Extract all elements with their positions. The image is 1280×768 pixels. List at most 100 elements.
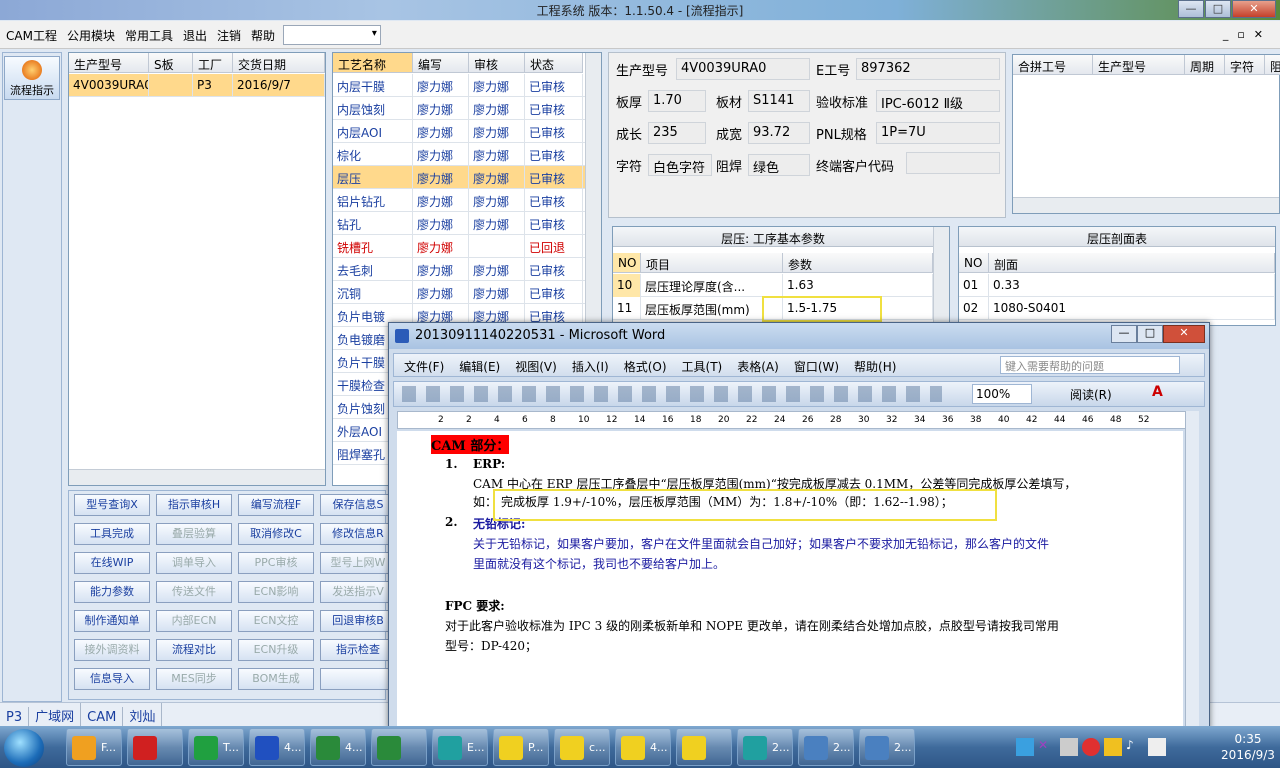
action-button[interactable]: ECN升级 (238, 639, 314, 661)
col-header[interactable]: 交货日期 (233, 53, 325, 73)
action-button[interactable]: 制作通知单 (74, 610, 150, 632)
table-row[interactable]: 棕化 廖力娜 廖力娜 已审核 (333, 143, 585, 166)
tray-icon[interactable] (1016, 738, 1034, 756)
taskbar-item[interactable]: 2... (798, 728, 854, 766)
module-combo[interactable] (282, 25, 381, 45)
action-button[interactable]: 流程对比 (156, 639, 232, 661)
menu-help[interactable]: 帮助 (245, 21, 279, 44)
char-field[interactable]: 白色字符 (648, 154, 712, 176)
col-header[interactable]: 阻焊 (1265, 55, 1280, 75)
flow-indication-button[interactable]: 流程指示 (4, 56, 60, 100)
word-menu-window[interactable]: 窗口(W) (784, 354, 844, 375)
menu-logout[interactable]: 注销 (211, 21, 245, 44)
word-v-scrollbar[interactable] (1185, 411, 1199, 729)
h-scrollbar[interactable] (69, 469, 325, 485)
action-button[interactable]: 保存信息S (320, 494, 396, 516)
taskbar-item[interactable]: 2... (859, 728, 915, 766)
taskbar-item[interactable]: E... (432, 728, 488, 766)
v-scrollbar[interactable] (933, 227, 949, 325)
table-row[interactable]: 4V0039URA0 P3 2016/9/7 (69, 74, 325, 97)
col-header[interactable]: S板 (149, 53, 193, 73)
mask-field[interactable]: 绿色 (748, 154, 810, 176)
h-scrollbar[interactable] (1013, 197, 1279, 213)
word-menu-insert[interactable]: 插入(I) (562, 354, 614, 375)
word-close-button[interactable]: ✕ (1163, 325, 1205, 343)
action-button[interactable]: 编写流程F (238, 494, 314, 516)
close-button[interactable]: ✕ (1232, 0, 1276, 18)
col-header[interactable]: 字符 (1225, 55, 1265, 75)
clock[interactable]: 0:35 2016/9/3 (1220, 731, 1276, 763)
taskbar-item[interactable]: 2... (737, 728, 793, 766)
taskbar-item[interactable] (371, 728, 427, 766)
word-menu-edit[interactable]: 编辑(E) (449, 354, 505, 375)
taskbar-item[interactable]: 4... (615, 728, 671, 766)
action-button[interactable]: 在线WIP (74, 552, 150, 574)
taskbar-item[interactable]: P... (493, 728, 549, 766)
minimize-button[interactable]: — (1178, 0, 1204, 18)
action-button[interactable]: 叠层验算 (156, 523, 232, 545)
action-button[interactable]: 内部ECN (156, 610, 232, 632)
col-header[interactable]: 周期 (1185, 55, 1225, 75)
word-menu-view[interactable]: 视图(V) (505, 354, 562, 375)
action-button[interactable]: 指示审核H (156, 494, 232, 516)
table-row[interactable]: 内层AOI 廖力娜 廖力娜 已审核 (333, 120, 585, 143)
table-row[interactable]: 内层蚀刻 廖力娜 廖力娜 已审核 (333, 97, 585, 120)
action-button[interactable]: 回退审核B (320, 610, 396, 632)
word-menu-tools[interactable]: 工具(T) (672, 354, 728, 375)
mdi-controls[interactable]: _▫✕ (1223, 28, 1272, 41)
word-menu-help[interactable]: 帮助(H) (844, 354, 901, 375)
col-header[interactable]: NO (613, 253, 641, 273)
col-header[interactable]: 工厂 (193, 53, 233, 73)
col-header[interactable]: NO (959, 253, 989, 273)
word-menu-format[interactable]: 格式(O) (614, 354, 672, 375)
menu-common[interactable]: 公用模块 (61, 21, 119, 44)
action-button[interactable]: ECN影响 (238, 581, 314, 603)
action-button[interactable]: 传送文件 (156, 581, 232, 603)
table-row[interactable]: 去毛刺 廖力娜 廖力娜 已审核 (333, 258, 585, 281)
tray-volume-icon[interactable]: ♪ (1126, 738, 1144, 756)
action-button[interactable]: 调单导入 (156, 552, 232, 574)
material-field[interactable]: S1141 (748, 90, 810, 112)
standard-field[interactable]: IPC-6012 Ⅱ级 (876, 90, 1000, 112)
taskbar-item[interactable]: 4... (310, 728, 366, 766)
action-button[interactable] (320, 668, 396, 690)
action-button[interactable]: BOM生成 (238, 668, 314, 690)
maximize-button[interactable]: □ (1205, 0, 1231, 18)
action-button[interactable]: 发送指示V (320, 581, 396, 603)
col-header[interactable]: 合拼工号 (1013, 55, 1093, 75)
col-header[interactable]: 编写 (413, 53, 469, 73)
toolbar-icons[interactable] (402, 386, 942, 402)
menu-cam[interactable]: CAM工程 (0, 21, 61, 44)
taskbar-item[interactable]: T... (188, 728, 244, 766)
word-menu-table[interactable]: 表格(A) (727, 354, 784, 375)
tray-action-icon[interactable] (1148, 738, 1166, 756)
status-factory[interactable]: P3 (0, 707, 30, 728)
col-header[interactable]: 剖面 (989, 253, 1275, 273)
col-header[interactable]: 状态 (525, 53, 583, 73)
col-header[interactable]: 生产型号 (69, 53, 149, 73)
action-button[interactable]: 型号上网W (320, 552, 396, 574)
read-button[interactable]: 阅读(R) (1070, 386, 1112, 403)
action-button[interactable]: 工具完成 (74, 523, 150, 545)
tray-antivirus-icon[interactable] (1082, 738, 1100, 756)
tray-network-icon[interactable] (1060, 738, 1078, 756)
customer-field[interactable] (906, 152, 1000, 174)
help-search-input[interactable]: 键入需要帮助的问题 (1000, 356, 1180, 374)
tray-flag-icon[interactable] (1104, 738, 1122, 756)
start-button[interactable] (4, 729, 44, 767)
table-row[interactable]: 10 层压理论厚度(含... 1.63 (613, 274, 933, 297)
action-button[interactable]: 修改信息R (320, 523, 396, 545)
col-header[interactable]: 审核 (469, 53, 525, 73)
width-field[interactable]: 93.72 (748, 122, 810, 144)
action-button[interactable]: 能力参数 (74, 581, 150, 603)
table-row[interactable]: 02 1080-S0401 (959, 297, 1275, 320)
word-maximize-button[interactable]: □ (1137, 325, 1163, 343)
document-page[interactable]: CAM 部分： 1. ERP: CAM 中心在 ERP 层压工序叠层中“层压板厚… (397, 431, 1183, 729)
word-minimize-button[interactable]: — (1111, 325, 1137, 343)
table-row[interactable]: 层压 廖力娜 廖力娜 已审核 (333, 166, 585, 189)
taskbar-item[interactable] (127, 728, 183, 766)
zoom-select[interactable]: 100% (972, 384, 1032, 404)
table-row[interactable]: 铣槽孔 廖力娜 已回退 (333, 235, 585, 258)
length-field[interactable]: 235 (648, 122, 706, 144)
e-no-field[interactable]: 897362 (856, 58, 1000, 80)
